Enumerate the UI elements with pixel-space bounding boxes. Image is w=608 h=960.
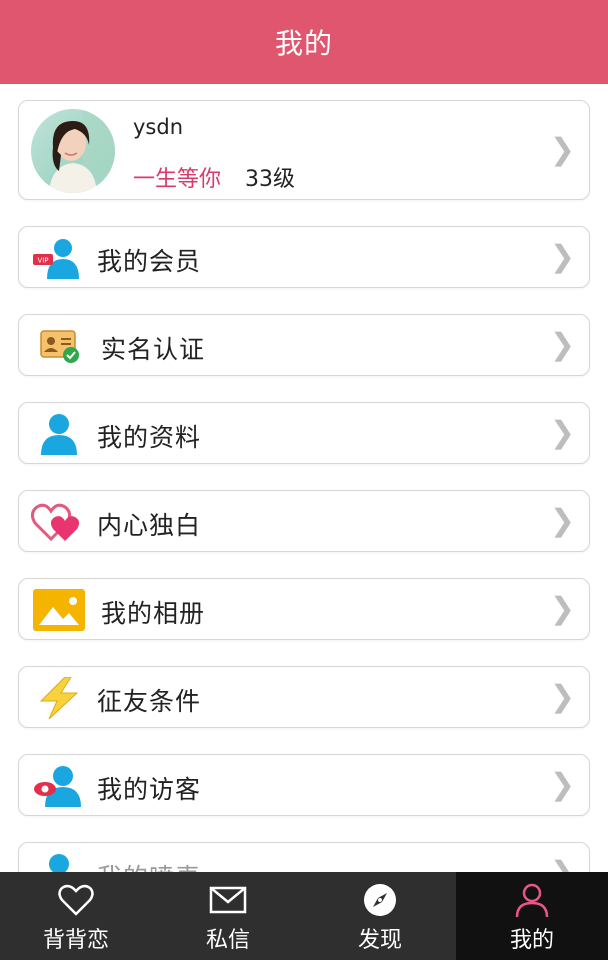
tab-label: 背背恋 bbox=[42, 928, 109, 953]
username: ysdn bbox=[133, 115, 184, 139]
compass-icon bbox=[361, 882, 399, 918]
person-icon bbox=[513, 882, 551, 918]
app-header: 我的 bbox=[0, 0, 608, 84]
chevron-right-icon: ❯ bbox=[549, 415, 575, 451]
menu-item-verification[interactable]: 实名认证 ❯ bbox=[18, 314, 590, 376]
menu-label: 我的会员 bbox=[97, 247, 202, 276]
tab-label: 我的 bbox=[509, 928, 554, 953]
profile-motto: 一生等你 bbox=[133, 167, 222, 192]
avatar[interactable] bbox=[31, 109, 115, 193]
photo-album-icon bbox=[31, 589, 87, 631]
chevron-right-icon: ❯ bbox=[549, 132, 575, 168]
user-profile-icon bbox=[31, 853, 87, 872]
chevron-right-icon: ❯ bbox=[549, 591, 575, 627]
menu-item-profile-data[interactable]: 我的资料 ❯ bbox=[18, 402, 590, 464]
user-profile-icon bbox=[31, 413, 87, 455]
chevron-right-icon: ❯ bbox=[550, 856, 575, 873]
tab-home[interactable]: 背背恋 bbox=[0, 872, 152, 960]
menu-label: 内心独白 bbox=[97, 511, 202, 540]
chevron-right-icon: ❯ bbox=[549, 767, 575, 803]
menu-item-album[interactable]: 我的相册 ❯ bbox=[18, 578, 590, 640]
mail-icon bbox=[209, 882, 247, 918]
chevron-right-icon: ❯ bbox=[549, 327, 575, 363]
menu-label: 我的相册 bbox=[101, 599, 206, 628]
menu-label: 我的资料 bbox=[97, 423, 202, 452]
chevron-right-icon: ❯ bbox=[549, 503, 575, 539]
chevron-right-icon: ❯ bbox=[549, 679, 575, 715]
menu-item-vip[interactable]: VIP 我的会员 ❯ bbox=[18, 226, 590, 288]
vip-user-icon: VIP bbox=[31, 237, 87, 279]
tab-messages[interactable]: 私信 bbox=[152, 872, 304, 960]
menu-item-criteria[interactable]: 征友条件 ❯ bbox=[18, 666, 590, 728]
user-level: 33级 bbox=[245, 167, 295, 192]
id-verified-icon bbox=[31, 325, 87, 367]
profile-menu-list[interactable]: ysdn 一生等你 33级 ❯ VIP 我的会员 ❯ 实名认证 ❯ 我的资料 ❯… bbox=[0, 84, 608, 872]
page-title: 我的 bbox=[274, 27, 333, 60]
menu-label: 我的喷麦 bbox=[97, 858, 201, 872]
lightning-icon bbox=[31, 677, 87, 719]
menu-label: 征友条件 bbox=[97, 687, 202, 716]
screen: 我的 ysdn 一生等你 33级 ❯ VIP 我的会员 ❯ 实名认证 ❯ 我的资… bbox=[0, 0, 608, 960]
menu-item-partial[interactable]: 我的喷麦 ❯ bbox=[18, 842, 590, 872]
profile-card[interactable]: ysdn 一生等你 33级 ❯ bbox=[18, 100, 590, 200]
menu-item-visitors[interactable]: 我的访客 ❯ bbox=[18, 754, 590, 816]
tab-label: 发现 bbox=[357, 928, 402, 953]
bottom-tab-bar: 背背恋 私信 发现 我的 bbox=[0, 872, 608, 960]
menu-label: 我的访客 bbox=[97, 775, 202, 804]
svg-text:VIP: VIP bbox=[37, 257, 48, 265]
menu-label: 实名认证 bbox=[101, 335, 206, 364]
menu-item-monologue[interactable]: 内心独白 ❯ bbox=[18, 490, 590, 552]
visitor-eye-icon bbox=[31, 765, 87, 807]
heart-outline-icon bbox=[57, 882, 95, 918]
tab-discover[interactable]: 发现 bbox=[304, 872, 456, 960]
hearts-icon bbox=[31, 501, 87, 543]
tab-label: 私信 bbox=[205, 928, 250, 953]
chevron-right-icon: ❯ bbox=[549, 239, 575, 275]
tab-me[interactable]: 我的 bbox=[456, 872, 608, 960]
